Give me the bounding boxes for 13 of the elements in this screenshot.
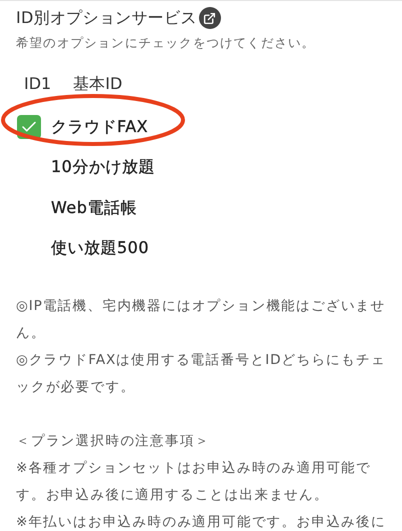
option-label[interactable]: 使い放題500 xyxy=(51,238,150,260)
external-link-icon[interactable] xyxy=(198,7,221,29)
note-text: ※年払いはお申込み時のみ適用可能です。お申込み後に xyxy=(16,513,387,531)
id-name: 基本ID xyxy=(73,74,122,95)
note-text: ◎クラウドFAXは使用する電話番号とIDどちらにもチェックが必要です。 xyxy=(16,351,387,397)
option-label[interactable]: Web電話帳 xyxy=(51,198,137,219)
note-text: ◎IP電話機、宅内機器にはオプション機能はございません。 xyxy=(16,297,386,343)
section-title: ID別オプションサービス xyxy=(16,8,197,28)
instruction-text: 希望のオプションにチェックをつけてください。 xyxy=(16,35,316,52)
id-number: ID1 xyxy=(24,74,52,95)
option-label[interactable]: 10分かけ放題 xyxy=(51,157,155,178)
note-text: ※各種オプションセットはお申込み時のみ適用可能です。お申込み後に適用することは出来ません。 xyxy=(16,459,372,505)
note-text: ＜プラン選択時の注意事項＞ xyxy=(16,432,211,451)
